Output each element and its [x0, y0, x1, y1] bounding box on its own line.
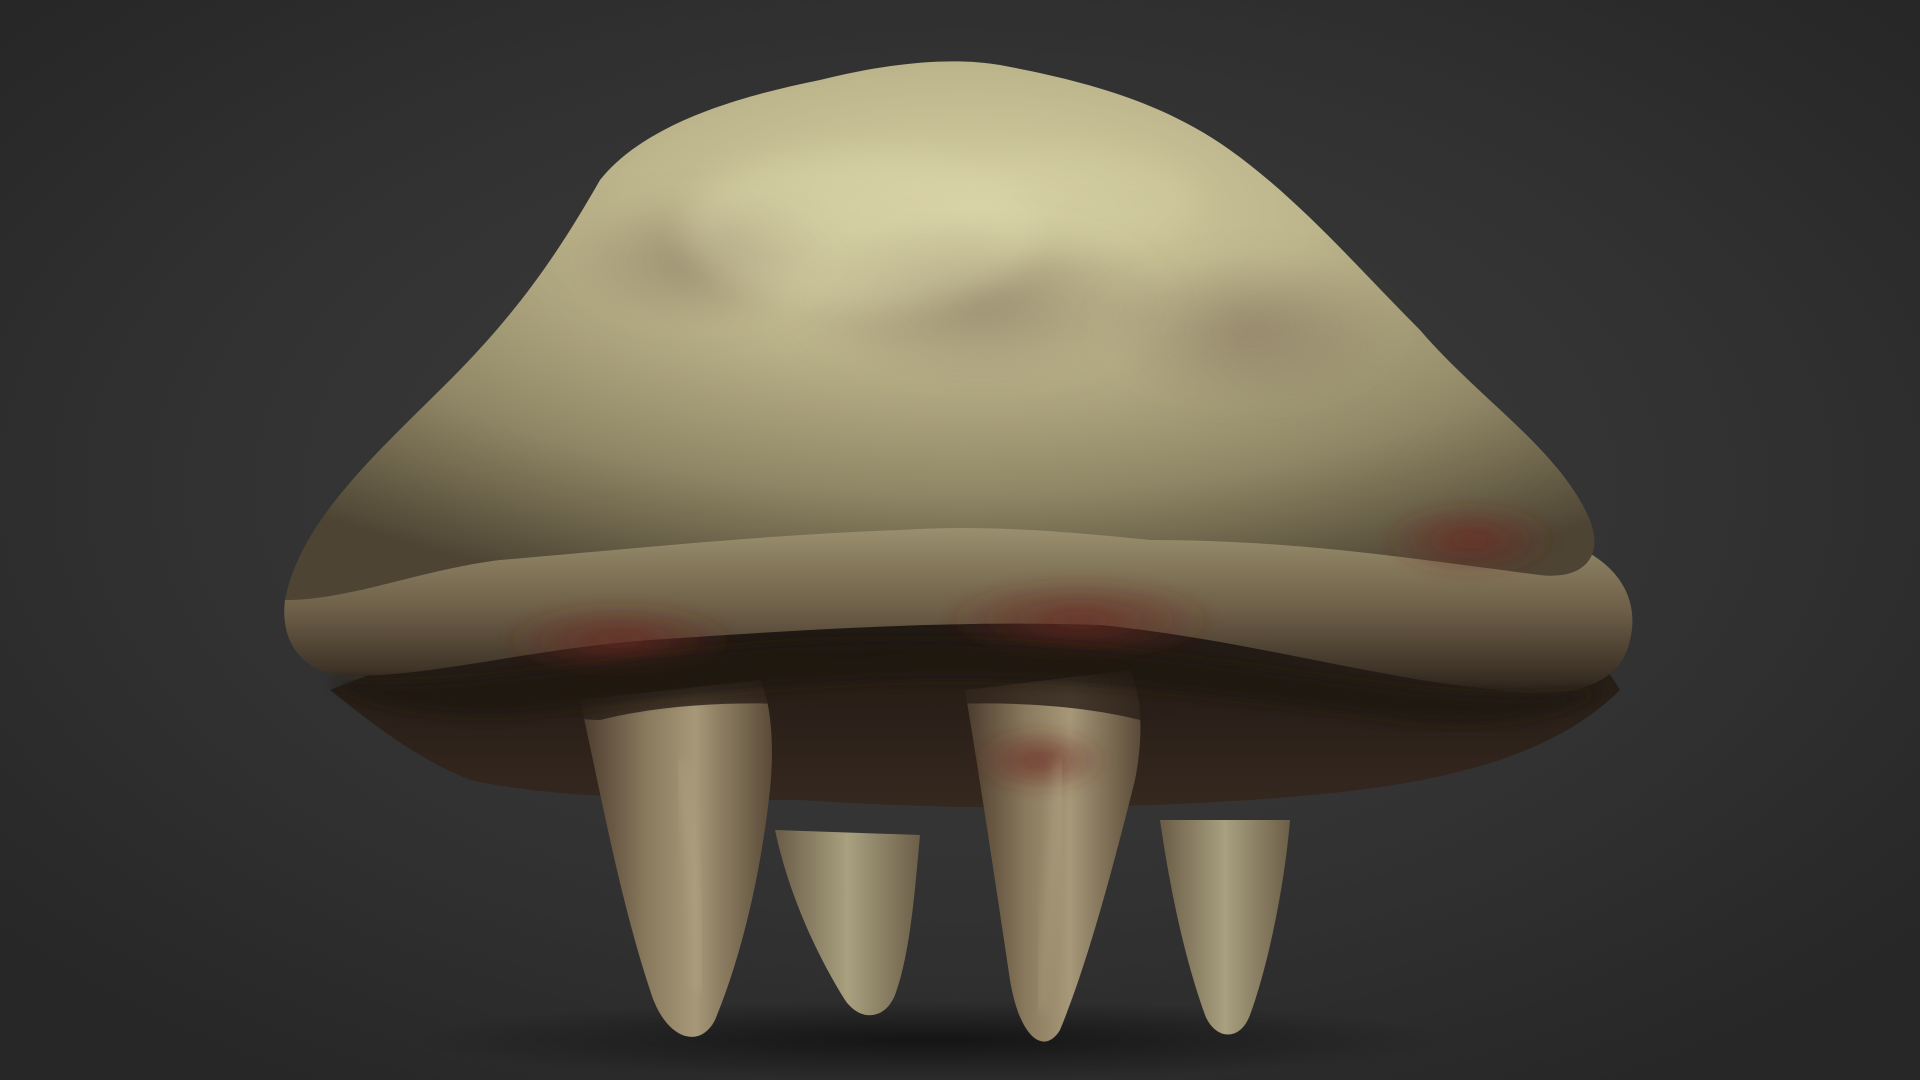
ground-shadow: [410, 1000, 1450, 1080]
creature-render: [0, 0, 1920, 1080]
render-viewport: [0, 0, 1920, 1080]
dome-stain: [1090, 250, 1410, 410]
blood-stain: [1380, 500, 1560, 580]
dome-highlight: [960, 150, 1200, 250]
blood-stain: [970, 725, 1110, 795]
